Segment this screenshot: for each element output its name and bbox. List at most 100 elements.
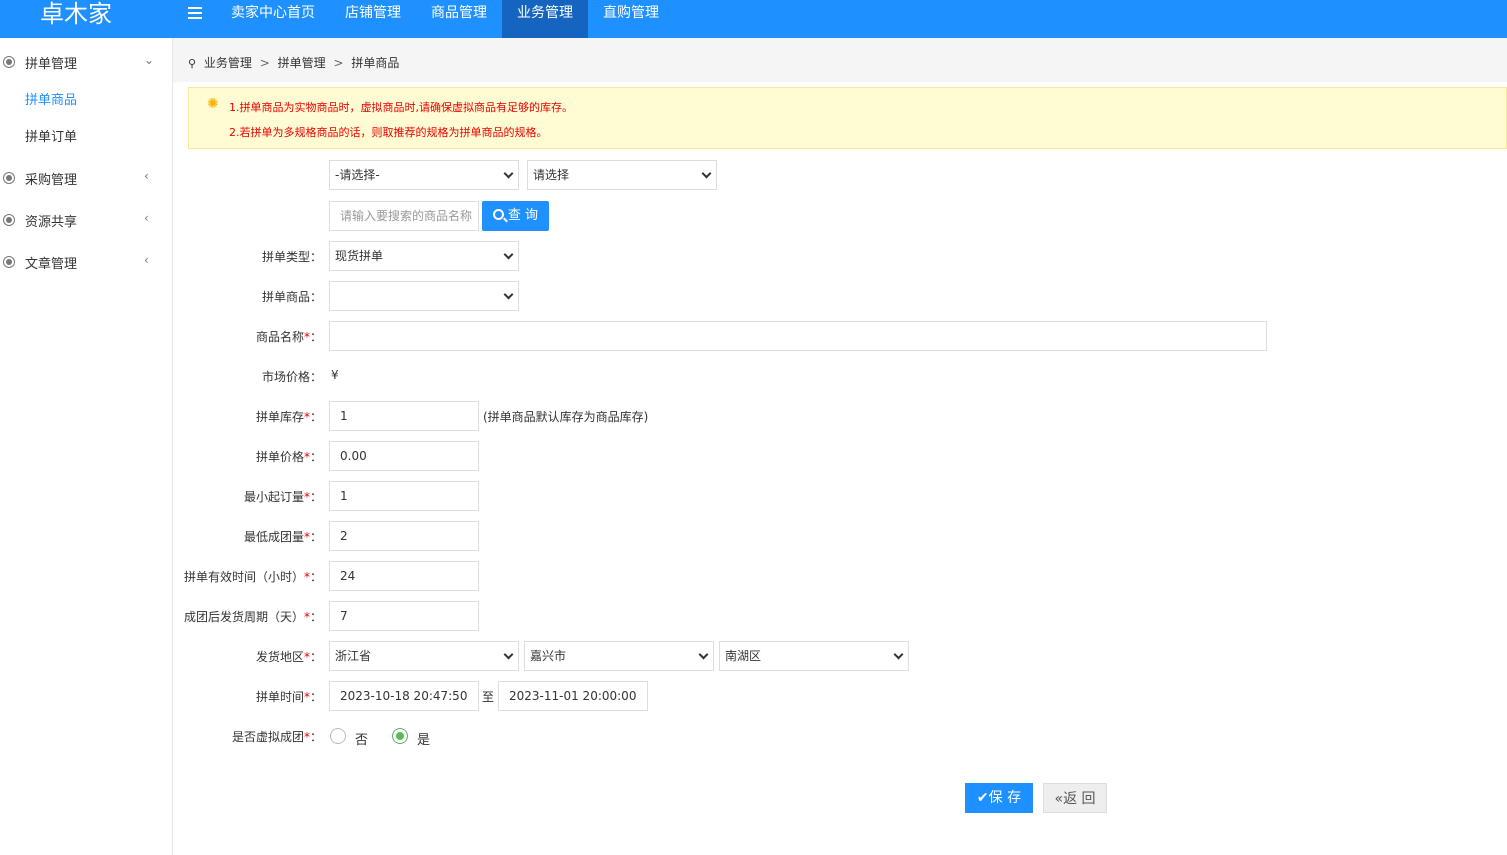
sidebar-group-label: 采购管理 <box>25 173 78 188</box>
market-price-value: ¥ <box>331 368 339 382</box>
search-icon <box>492 209 504 220</box>
chevron-down-icon <box>503 168 514 179</box>
sidebar-group-resource-share[interactable]: 资源共享 ‹ <box>0 198 173 238</box>
nav-seller-home[interactable]: 卖家中心首页 <box>216 0 330 38</box>
label-text: 最低成团量 <box>243 530 304 544</box>
label-text: 最小起订量 <box>243 490 304 504</box>
min-order-input[interactable]: 1 <box>329 481 479 511</box>
label-text: 是否虚拟成团 <box>231 730 304 744</box>
select-value: 现货拼单 <box>335 249 384 263</box>
stock-input[interactable]: 1 <box>329 401 479 431</box>
sidebar-item-group-orders[interactable]: 拼单订单 <box>25 126 77 145</box>
name-label: 商品名称*： <box>0 328 322 345</box>
category-select-2[interactable]: 请选择 <box>527 160 717 190</box>
colon: ： <box>309 410 322 424</box>
top-nav: 卖家中心首页 店铺管理 商品管理 业务管理 直购管理 <box>216 0 674 38</box>
chevron-left-icon: ‹ <box>144 211 149 225</box>
colon: ： <box>309 570 322 584</box>
valid-hours-input[interactable]: 24 <box>329 561 479 591</box>
nav-goods-management[interactable]: 商品管理 <box>416 0 502 38</box>
ship-days-label: 成团后发货周期（天）*： <box>0 608 322 625</box>
category-select-1[interactable]: -请选择- <box>329 160 519 190</box>
colon: ： <box>309 490 322 504</box>
radio-no[interactable] <box>330 728 346 744</box>
circle-dot-icon <box>3 214 15 226</box>
price-label: 拼单价格*： <box>0 448 322 465</box>
label-text: 拼单有效时间（小时） <box>183 570 304 584</box>
virtual-group-label: 是否虚拟成团*： <box>0 728 322 745</box>
chevron-down-icon <box>701 168 712 179</box>
chevron-down-icon <box>503 249 514 260</box>
stock-label: 拼单库存*： <box>0 408 322 425</box>
circle-dot-icon <box>3 56 15 68</box>
colon: ： <box>309 730 322 744</box>
label-text: 商品名称 <box>255 330 304 344</box>
back-button[interactable]: «返 回 <box>1043 783 1107 813</box>
select-value: 浙江省 <box>335 649 372 663</box>
nav-direct-purchase[interactable]: 直购管理 <box>588 0 674 38</box>
double-chevron-left-icon: « <box>1054 791 1064 807</box>
query-label: 查 询 <box>507 208 539 223</box>
chevron-down-icon <box>893 649 904 660</box>
sidebar-item-group-goods[interactable]: 拼单商品 <box>25 89 77 108</box>
colon: ： <box>309 690 322 704</box>
district-select[interactable]: 南湖区 <box>719 641 909 671</box>
hamburger-icon[interactable] <box>186 4 206 24</box>
province-select[interactable]: 浙江省 <box>329 641 519 671</box>
time-label: 拼单时间*： <box>0 688 322 705</box>
goods-name-input[interactable] <box>329 321 1267 351</box>
breadcrumb-item[interactable]: 拼单管理 <box>278 56 326 70</box>
checkmark-icon: ✔ <box>976 790 989 806</box>
market-price-label: 市场价格： <box>261 370 322 384</box>
chevron-down-icon: ⌄ <box>144 53 155 67</box>
lightbulb-icon: ✺ <box>207 96 219 112</box>
breadcrumb-separator: > <box>333 56 344 70</box>
colon: ： <box>309 450 322 464</box>
breadcrumb-item[interactable]: 业务管理 <box>204 56 252 70</box>
location-pin-icon: ⚲ <box>188 57 197 70</box>
select-value: -请选择- <box>335 168 380 182</box>
save-label: 保 存 <box>988 790 1022 806</box>
colon: ： <box>309 330 322 344</box>
nav-business-management[interactable]: 业务管理 <box>502 0 588 38</box>
select-value: 南湖区 <box>725 649 762 663</box>
save-button[interactable]: ✔保 存 <box>965 783 1033 813</box>
radio-no-label[interactable]: 否 <box>355 729 368 748</box>
chevron-down-icon <box>503 289 514 300</box>
ship-days-input[interactable]: 7 <box>329 601 479 631</box>
group-type-select[interactable]: 现货拼单 <box>329 241 519 271</box>
select-value: 嘉兴市 <box>530 649 567 663</box>
breadcrumb-item: 拼单商品 <box>351 56 400 70</box>
price-input[interactable]: 0.00 <box>329 441 479 471</box>
back-label: 返 回 <box>1063 791 1096 807</box>
min-group-label: 最低成团量*： <box>0 528 322 545</box>
breadcrumb-separator: > <box>259 56 270 70</box>
notice-box: ✺ 1.拼单商品为实物商品时，虚拟商品时,请确保虚拟商品有足够的库存。 2.若拼… <box>188 87 1507 149</box>
label-text: 拼单库存 <box>255 410 304 424</box>
end-time-input[interactable]: 2023-11-01 20:00:00 <box>498 681 648 711</box>
nav-store-management[interactable]: 店铺管理 <box>330 0 416 38</box>
breadcrumb: ⚲ 业务管理 > 拼单管理 > 拼单商品 <box>188 54 399 71</box>
label-text: 成团后发货周期（天） <box>183 610 304 624</box>
chevron-left-icon: ‹ <box>144 169 149 183</box>
valid-hours-label: 拼单有效时间（小时）*： <box>0 568 322 585</box>
chevron-down-icon <box>503 649 514 660</box>
label-text: 发货地区 <box>255 650 304 664</box>
colon: ： <box>309 610 322 624</box>
start-time-input[interactable]: 2023-10-18 20:47:50 <box>329 681 479 711</box>
stock-hint: (拼单商品默认库存为商品库存) <box>483 410 649 424</box>
min-group-input[interactable]: 2 <box>329 521 479 551</box>
top-bar: 卓木家 卖家中心首页 店铺管理 商品管理 业务管理 直购管理 <box>0 0 1507 38</box>
type-label: 拼单类型： <box>261 250 322 264</box>
query-button[interactable]: 查 询 <box>482 201 549 231</box>
city-select[interactable]: 嘉兴市 <box>524 641 714 671</box>
label-text: 拼单价格 <box>255 450 304 464</box>
search-input[interactable]: 请输入要搜索的商品名称 <box>329 201 479 231</box>
sidebar-group-purchase[interactable]: 采购管理 ‹ <box>0 156 173 196</box>
sidebar-group-group-buy[interactable]: 拼单管理 ⌄ <box>0 40 173 80</box>
notice-line: 1.拼单商品为实物商品时，虚拟商品时,请确保虚拟商品有足够的库存。 <box>229 101 573 114</box>
group-goods-select[interactable] <box>329 281 519 311</box>
radio-yes-label[interactable]: 是 <box>417 729 430 748</box>
colon: ： <box>309 650 322 664</box>
radio-yes[interactable] <box>392 728 408 744</box>
